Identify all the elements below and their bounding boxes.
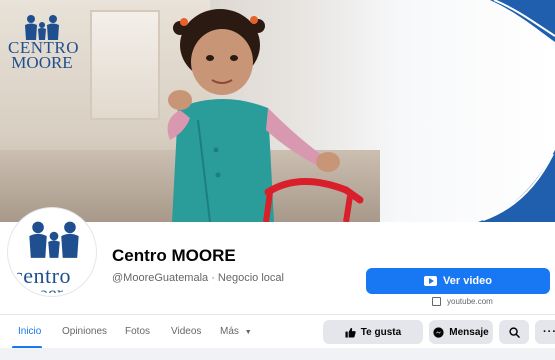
cover-logo-text-2: MOORE xyxy=(11,53,73,72)
cover-wave-bottom xyxy=(478,150,555,222)
youtube-link[interactable]: youtube.com xyxy=(432,297,493,306)
more-options-button[interactable]: ··· xyxy=(535,320,555,344)
tab-opiniones[interactable]: Opiniones xyxy=(62,326,107,337)
cover-logo: CENTRO MOORE xyxy=(8,14,79,72)
messenger-icon xyxy=(433,326,444,338)
tab-inicio[interactable]: Inicio xyxy=(18,326,41,337)
ellipsis-icon: ··· xyxy=(543,326,555,338)
video-play-icon xyxy=(424,276,438,286)
message-button[interactable]: Mensaje xyxy=(429,320,493,344)
external-link-icon xyxy=(432,297,441,306)
tab-videos[interactable]: Videos xyxy=(171,326,201,337)
cover-child-photo xyxy=(167,9,364,222)
chevron-down-icon: ▼ xyxy=(244,329,252,336)
youtube-link-text: youtube.com xyxy=(447,297,493,306)
like-button[interactable]: Te gusta xyxy=(323,320,423,344)
logo-people-icon xyxy=(25,15,59,40)
thumbs-up-icon xyxy=(345,327,356,338)
facebook-page: CENTRO MOORE centro moor Centro MOORE @M… xyxy=(0,0,555,360)
page-subtitle: @MooreGuatemala · Negocio local xyxy=(112,272,284,284)
page-title: Centro MOORE xyxy=(112,246,236,265)
avatar-people-icon xyxy=(29,221,79,258)
message-button-label: Mensaje xyxy=(449,326,489,338)
page-avatar[interactable]: centro moor xyxy=(8,208,96,296)
cover-wave-top xyxy=(490,0,555,42)
tab-fotos[interactable]: Fotos xyxy=(125,326,150,337)
search-icon xyxy=(508,326,520,338)
cover-photo[interactable]: CENTRO MOORE xyxy=(0,0,555,222)
tab-mas-label: Más xyxy=(220,326,239,337)
watch-video-label: Ver video xyxy=(443,275,492,287)
search-button[interactable] xyxy=(499,320,529,344)
page-tab-bar: Inicio Opiniones Fotos Videos Más ▼ Te g… xyxy=(0,314,555,349)
like-button-label: Te gusta xyxy=(360,326,402,338)
watch-video-button[interactable]: Ver video xyxy=(366,268,550,294)
page-body-background xyxy=(0,348,555,360)
tab-mas[interactable]: Más ▼ xyxy=(220,326,252,337)
